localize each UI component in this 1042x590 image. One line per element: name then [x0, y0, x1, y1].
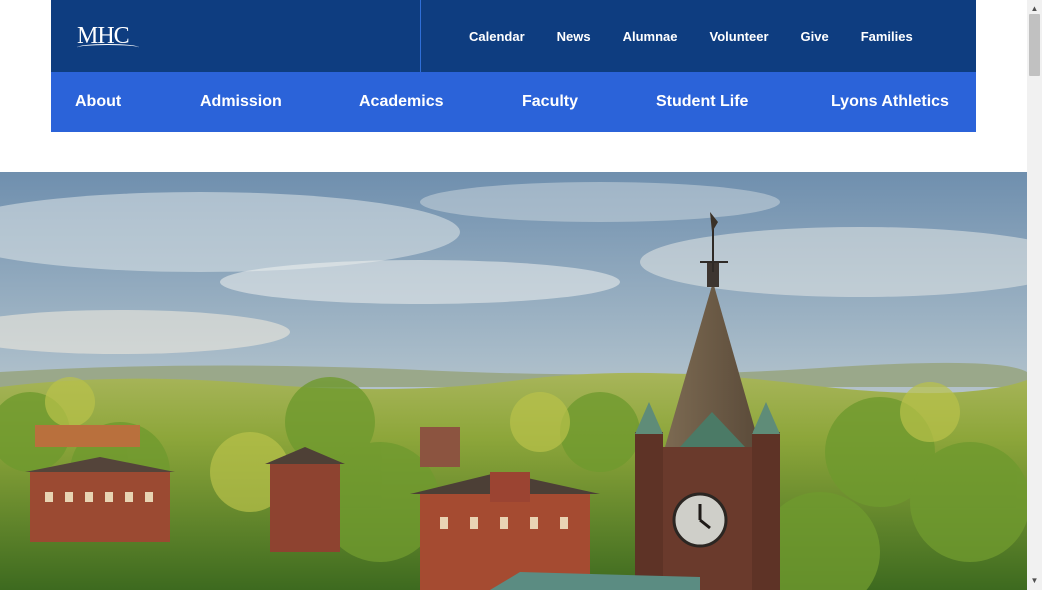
scroll-thumb[interactable] [1029, 14, 1040, 76]
utility-link-families[interactable]: Families [861, 29, 913, 44]
main-nav-faculty[interactable]: Faculty [522, 72, 578, 132]
hero-image [0, 172, 1027, 590]
utility-link-give[interactable]: Give [801, 29, 829, 44]
main-nav-admission[interactable]: Admission [200, 72, 282, 132]
main-nav: About Admission Academics Faculty Studen… [51, 72, 976, 132]
page: MHC Calendar News Alumnae Volunteer Give… [0, 0, 1027, 590]
utility-link-volunteer[interactable]: Volunteer [710, 29, 769, 44]
main-nav-academics[interactable]: Academics [359, 72, 444, 132]
divider [420, 0, 421, 72]
utility-link-news[interactable]: News [557, 29, 591, 44]
utility-link-alumnae[interactable]: Alumnae [623, 29, 678, 44]
utility-link-calendar[interactable]: Calendar [469, 29, 525, 44]
main-nav-student-life[interactable]: Student Life [656, 72, 748, 132]
utility-nav: Calendar News Alumnae Volunteer Give Fam… [469, 0, 913, 72]
site-logo[interactable]: MHC [77, 20, 141, 52]
scroll-down-icon[interactable]: ▼ [1027, 574, 1042, 588]
utility-bar: MHC Calendar News Alumnae Volunteer Give… [51, 0, 976, 72]
hero-illustration [0, 172, 1027, 590]
logo-swoosh-icon [77, 44, 139, 51]
main-nav-about[interactable]: About [75, 72, 121, 132]
main-nav-lyons-athletics[interactable]: Lyons Athletics [831, 72, 949, 132]
page-scrollbar[interactable]: ▲ ▼ [1027, 0, 1042, 590]
